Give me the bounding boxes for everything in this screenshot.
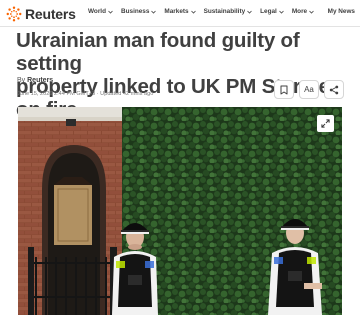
chevron-down-icon	[108, 10, 113, 14]
nav-label: Sustainability	[203, 8, 246, 15]
nav-item-world[interactable]: World	[88, 8, 113, 15]
photo-illustration	[18, 107, 342, 315]
nav-label: Markets	[164, 8, 189, 15]
main-nav: World Business Markets Sustainability Le…	[88, 8, 322, 15]
chevron-down-icon	[309, 10, 314, 14]
dateline: June 15, 2026 2:44 PM GMT+3 · Updated 42…	[17, 91, 154, 97]
save-button[interactable]	[274, 80, 294, 99]
bookmark-icon	[280, 85, 288, 94]
nav-label: World	[88, 8, 106, 15]
headline-line-1: Ukrainian man found guilty of setting	[16, 29, 300, 75]
nav-item-legal[interactable]: Legal	[260, 8, 284, 15]
text-size-label: Aa	[304, 85, 314, 94]
nav-item-sustainability[interactable]: Sustainability	[204, 8, 253, 15]
chevron-down-icon	[279, 10, 284, 14]
nav-label: Business	[121, 8, 150, 15]
article-photo	[18, 107, 342, 315]
nav-label: More	[291, 8, 308, 15]
byline: By Reuters	[17, 77, 53, 84]
nav-item-markets[interactable]: Markets	[164, 8, 196, 15]
nav-label: Legal	[260, 8, 277, 15]
reuters-logo[interactable]: Reuters	[6, 5, 76, 23]
expand-icon	[321, 119, 330, 128]
reuters-logo-icon	[6, 6, 22, 22]
share-icon	[329, 85, 339, 94]
article-actions: Aa	[269, 80, 344, 99]
byline-prefix: By	[17, 77, 26, 84]
share-button[interactable]	[324, 80, 344, 99]
chevron-down-icon	[247, 10, 252, 14]
nav-item-more[interactable]: More	[292, 8, 314, 15]
brand-name: Reuters	[25, 6, 76, 22]
chevron-down-icon	[151, 10, 157, 14]
expand-photo-button[interactable]	[317, 115, 334, 132]
text-size-button[interactable]: Aa	[299, 80, 319, 99]
my-news-link[interactable]: My News	[328, 8, 355, 15]
top-navigation: Reuters World Business Markets Sustainab…	[0, 0, 360, 27]
nav-item-business[interactable]: Business	[121, 8, 157, 15]
author-link[interactable]: Reuters	[27, 77, 53, 84]
chevron-down-icon	[190, 10, 196, 14]
